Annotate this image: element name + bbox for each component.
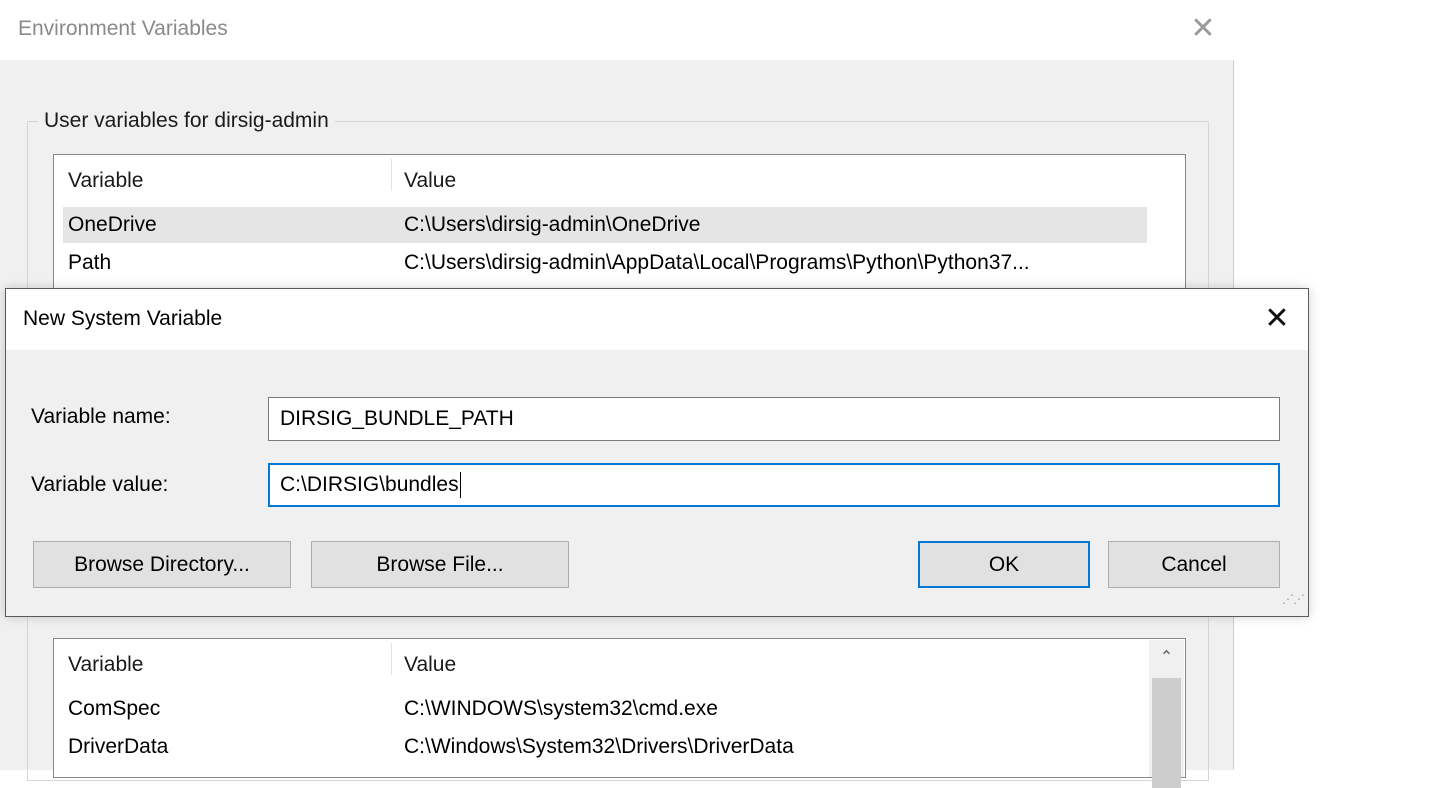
variable-value-label: Variable value: [31,473,169,496]
user-variables-list[interactable]: Variable Value OneDrive C:\Users\dirsig-… [53,154,1186,294]
scrollbar-thumb[interactable] [1152,678,1181,788]
variable-value-cell: C:\Users\dirsig-admin\OneDrive [404,213,701,236]
browse-directory-button[interactable]: Browse Directory... [33,541,291,588]
variable-name-input[interactable]: DIRSIG_BUNDLE_PATH [268,397,1280,441]
table-row[interactable]: DriverData C:\Windows\System32\Drivers\D… [63,729,1147,765]
dialog-titlebar[interactable]: New System Variable ✕ [6,289,1308,350]
variable-value-cell: C:\Windows\System32\Drivers\DriverData [404,735,794,758]
variable-name-input-text: DIRSIG_BUNDLE_PATH [280,407,514,430]
list-header: Variable Value [54,639,1148,689]
system-variables-list[interactable]: Variable Value ComSpec C:\WINDOWS\system… [53,638,1186,788]
table-row[interactable]: Path C:\Users\dirsig-admin\AppData\Local… [63,245,1147,281]
variable-name-cell: ComSpec [68,697,161,720]
column-header-value[interactable]: Value [404,169,456,193]
variable-name-cell: Path [68,251,112,274]
new-system-variable-dialog: New System Variable ✕ Variable name: DIR… [5,288,1309,617]
column-separator[interactable] [391,159,392,191]
table-row[interactable]: ComSpec C:\WINDOWS\system32\cmd.exe [63,691,1147,727]
text-caret [459,472,461,499]
close-icon[interactable]: ✕ [1259,301,1295,337]
variable-name-label: Variable name: [31,405,171,428]
column-separator[interactable] [391,643,392,675]
resize-grip-icon[interactable]: ⋰⋰ [1282,590,1305,608]
close-icon[interactable]: ✕ [1186,12,1220,46]
ok-button[interactable]: OK [918,541,1090,588]
variable-value-input[interactable]: C:\DIRSIG\bundles [268,463,1280,507]
browse-file-button[interactable]: Browse File... [311,541,569,588]
list-header: Variable Value [54,155,1148,205]
variable-name-cell: OneDrive [68,213,157,236]
user-variables-group-label: User variables for dirsig-admin [38,109,335,133]
column-header-variable[interactable]: Variable [68,169,144,193]
variable-value-cell: C:\Users\dirsig-admin\AppData\Local\Prog… [404,251,1030,274]
variable-name-cell: DriverData [68,735,169,758]
env-window-title: Environment Variables [18,17,228,40]
vertical-scrollbar[interactable]: ⌃ [1149,640,1184,788]
column-header-value[interactable]: Value [404,653,456,677]
scroll-up-arrow-icon[interactable]: ⌃ [1149,640,1184,676]
variable-value-cell: C:\WINDOWS\system32\cmd.exe [404,697,718,720]
column-header-variable[interactable]: Variable [68,653,144,677]
dialog-title: New System Variable [23,307,223,330]
cancel-button[interactable]: Cancel [1108,541,1280,588]
variable-value-input-text: C:\DIRSIG\bundles [280,473,459,496]
env-window-titlebar: Environment Variables ✕ [0,0,1234,60]
table-row[interactable]: OneDrive C:\Users\dirsig-admin\OneDrive [63,207,1147,243]
